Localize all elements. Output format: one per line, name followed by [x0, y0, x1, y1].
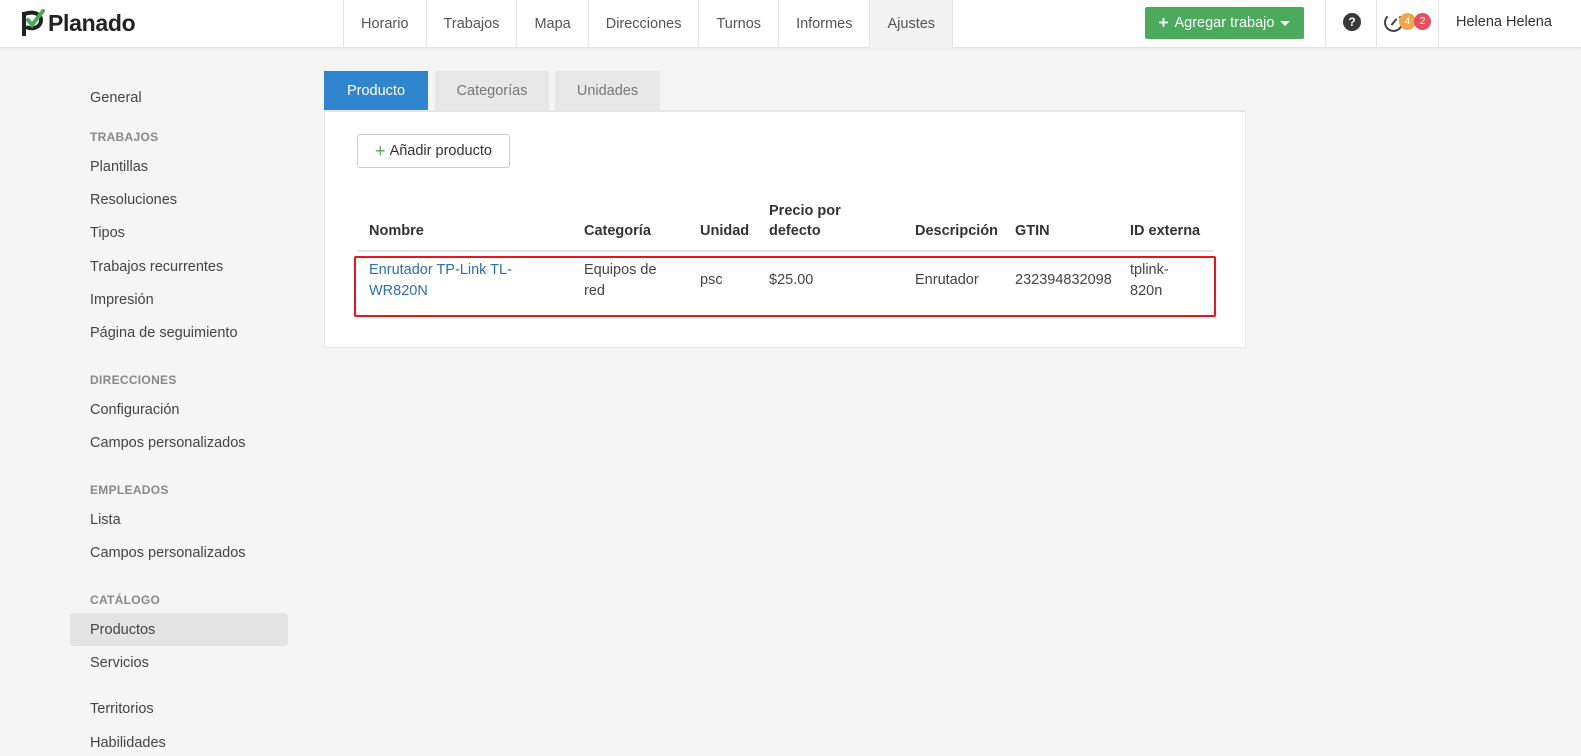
- column-header-id-externa[interactable]: ID externa: [1130, 221, 1200, 241]
- column-header-descripcion[interactable]: Descripción: [915, 221, 998, 241]
- add-product-label: Añadir producto: [389, 143, 492, 159]
- planado-logo-icon: [22, 9, 45, 36]
- column-header-nombre[interactable]: Nombre: [369, 221, 424, 241]
- tab-producto[interactable]: Producto: [324, 71, 428, 110]
- sidebar-item-tipos[interactable]: Tipos: [70, 216, 288, 249]
- nav-horario[interactable]: Horario: [344, 0, 427, 48]
- sidebar-item-campos-direcciones[interactable]: Campos personalizados: [70, 426, 288, 459]
- sidebar-item-pagina-seguimiento[interactable]: Página de seguimiento: [70, 316, 288, 349]
- sidebar-item-plantillas[interactable]: Plantillas: [70, 150, 288, 183]
- sidebar-item-campos-empleados[interactable]: Campos personalizados: [70, 536, 288, 569]
- user-menu[interactable]: Helena Helena: [1456, 14, 1552, 30]
- sidebar-item-general[interactable]: General: [70, 81, 288, 114]
- sidebar-item-territorios[interactable]: Territorios: [70, 692, 288, 725]
- divider: [1438, 0, 1439, 48]
- column-header-precio-line1: Precio por: [769, 203, 841, 219]
- nav-direcciones[interactable]: Direcciones: [589, 0, 700, 48]
- caret-down-icon: [1280, 20, 1291, 26]
- sidebar-item-productos[interactable]: Productos: [70, 613, 288, 646]
- sidebar-item-resoluciones[interactable]: Resoluciones: [70, 183, 288, 216]
- nav-informes[interactable]: Informes: [779, 0, 871, 48]
- sidebar-item-lista[interactable]: Lista: [70, 503, 288, 536]
- top-navbar: Planado Horario Trabajos Mapa Direccione…: [0, 0, 1581, 48]
- add-job-label: Agregar trabajo: [1174, 15, 1275, 31]
- nav-mapa[interactable]: Mapa: [517, 0, 589, 48]
- nav-trabajos[interactable]: Trabajos: [427, 0, 518, 48]
- sidebar-item-servicios[interactable]: Servicios: [70, 646, 288, 679]
- sidebar-heading-empleados: EMPLEADOS: [90, 483, 169, 497]
- table-header-divider: [357, 250, 1213, 252]
- divider: [1325, 0, 1326, 48]
- main-nav: Horario Trabajos Mapa Direcciones Turnos…: [343, 0, 954, 48]
- sidebar-item-impresion[interactable]: Impresión: [70, 283, 288, 316]
- add-job-button[interactable]: + Agregar trabajo: [1145, 7, 1304, 39]
- help-icon[interactable]: ?: [1343, 13, 1361, 31]
- sidebar-heading-trabajos: TRABAJOS: [90, 130, 159, 144]
- divider: [1376, 0, 1377, 48]
- sidebar-heading-direcciones: DIRECCIONES: [90, 373, 177, 387]
- tab-categorias[interactable]: Categorías: [435, 71, 549, 110]
- column-header-precio[interactable]: Precio por defecto: [769, 201, 841, 241]
- plus-icon: +: [375, 140, 386, 161]
- nav-turnos[interactable]: Turnos: [699, 0, 780, 48]
- notification-badge-red[interactable]: 2: [1414, 13, 1431, 30]
- add-product-button[interactable]: + Añadir producto: [357, 134, 510, 168]
- logo[interactable]: Planado: [20, 8, 136, 38]
- sidebar-heading-catalogo: CATÁLOGO: [90, 593, 161, 607]
- column-header-precio-line2: defecto: [769, 223, 821, 239]
- sidebar-item-trabajos-recurrentes[interactable]: Trabajos recurrentes: [70, 250, 288, 283]
- column-header-categoria[interactable]: Categoría: [584, 221, 651, 241]
- sidebar-item-configuracion[interactable]: Configuración: [70, 393, 288, 426]
- row-highlight-box: [354, 256, 1216, 317]
- nav-ajustes[interactable]: Ajustes: [870, 0, 954, 48]
- app-name: Planado: [48, 9, 136, 36]
- column-header-unidad[interactable]: Unidad: [700, 221, 749, 241]
- column-header-gtin[interactable]: GTIN: [1015, 221, 1050, 241]
- plus-icon: +: [1158, 13, 1169, 32]
- sidebar-item-habilidades[interactable]: Habilidades: [70, 726, 288, 756]
- tab-unidades[interactable]: Unidades: [555, 71, 660, 110]
